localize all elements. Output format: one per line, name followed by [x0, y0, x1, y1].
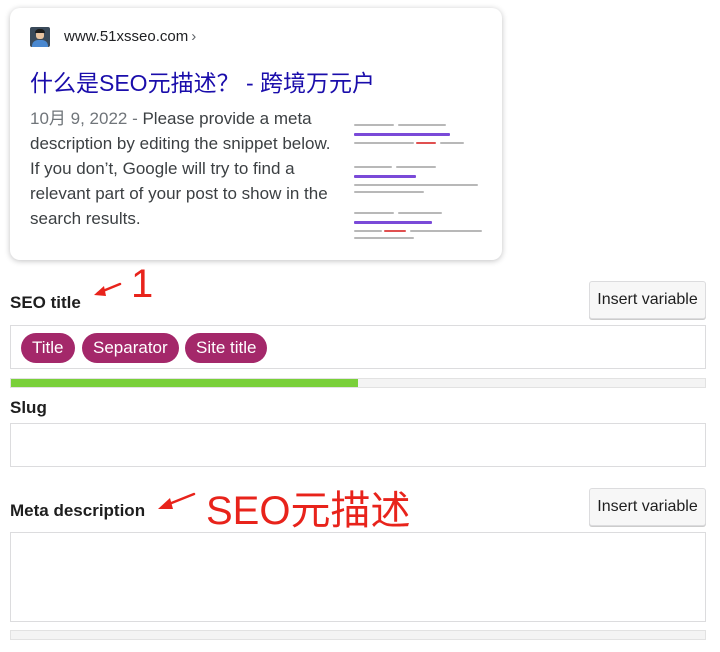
seo-title-pill-title[interactable]: Title	[21, 333, 75, 363]
preview-title[interactable]: 什么是SEO元描述？ - 跨境万元户	[30, 64, 375, 98]
google-preview-card: www.51xsseo.com › 什么是SEO元描述？ - 跨境万元户 10月 …	[10, 8, 502, 260]
meta-description-insert-variable-button[interactable]: Insert variable	[589, 488, 706, 526]
annotation-number: 1	[131, 262, 154, 306]
seo-title-editor[interactable]: Title Separator Site title	[10, 325, 706, 369]
preview-url[interactable]: www.51xsseo.com ›	[64, 28, 196, 45]
preview-description: 10月 9, 2022 - Please provide a meta desc…	[30, 106, 342, 231]
annotation-meta-description-note: SEO元描述	[206, 489, 411, 533]
site-favicon-icon	[30, 27, 50, 47]
meta-description-editor[interactable]	[10, 532, 706, 622]
preview-thumbnail-image	[352, 114, 492, 246]
seo-title-progress-bar	[10, 378, 706, 388]
meta-description-label: Meta description	[10, 501, 146, 520]
seo-title-pill-separator[interactable]: Separator	[82, 333, 179, 363]
seo-title-pill-site-title[interactable]: Site title	[185, 333, 268, 363]
seo-title-progress-fill	[11, 379, 358, 387]
annotation-arrow-icon	[158, 492, 196, 509]
seo-title-label: SEO title	[10, 293, 81, 312]
url-chevron-icon: ›	[191, 28, 197, 45]
slug-label: Slug	[10, 398, 47, 417]
preview-url-text: www.51xsseo.com	[64, 28, 189, 45]
meta-description-progress-bar	[10, 630, 706, 640]
slug-input[interactable]	[10, 423, 706, 467]
preview-date-separator: -	[127, 109, 143, 128]
annotation-arrow-icon	[94, 282, 122, 296]
preview-date: 10月 9, 2022	[30, 109, 128, 128]
seo-title-insert-variable-button[interactable]: Insert variable	[589, 281, 706, 319]
